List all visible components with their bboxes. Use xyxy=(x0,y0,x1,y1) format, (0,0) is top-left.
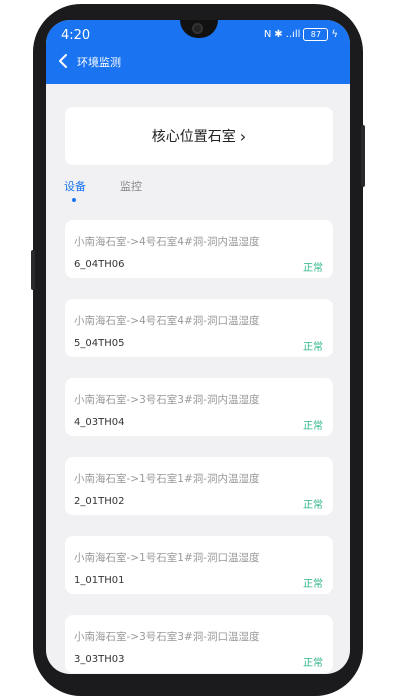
tab-devices[interactable]: 设备 xyxy=(64,178,86,202)
status-badge: 正常 xyxy=(303,421,323,432)
device-code: 2_01TH02 xyxy=(74,496,125,507)
front-camera-icon xyxy=(192,23,203,34)
status-badge: 正常 xyxy=(303,500,323,511)
status-badge: 正常 xyxy=(303,263,323,274)
tab-monitoring[interactable]: 监控 xyxy=(120,178,142,194)
power-button xyxy=(361,125,365,187)
bluetooth-icon: ✱ xyxy=(274,29,283,40)
volume-button xyxy=(31,250,35,290)
device-card[interactable]: 小南海石室->3号石室3#洞-洞内温湿度 4_03TH04 正常 xyxy=(65,378,333,436)
page-title: 环境监测 xyxy=(77,56,121,69)
tab-bar: 设备 监控 xyxy=(64,178,176,202)
status-badge: 正常 xyxy=(303,579,323,590)
signal-icon: ..ıll xyxy=(285,29,301,40)
device-name: 小南海石室->4号石室4#洞-洞口温湿度 xyxy=(74,315,260,327)
location-selector[interactable]: 核心位置石室 › xyxy=(65,107,333,165)
chevron-right-icon: › xyxy=(239,126,247,146)
location-label: 核心位置石室 xyxy=(151,129,236,145)
tab-monitoring-label: 监控 xyxy=(120,180,142,193)
device-code: 1_01TH01 xyxy=(74,575,125,586)
status-icons: N ✱ ..ıll 87 ϟ xyxy=(264,28,338,41)
status-badge: 正常 xyxy=(303,658,323,669)
status-time: 4:20 xyxy=(61,28,91,43)
device-name: 小南海石室->3号石室3#洞-洞口温湿度 xyxy=(74,631,260,643)
app-header: 4:20 N ✱ ..ıll 87 ϟ 环境监测 xyxy=(46,20,350,84)
device-code: 3_03TH03 xyxy=(74,654,125,665)
nfc-icon: N xyxy=(263,29,272,40)
device-card[interactable]: 小南海石室->1号石室1#洞-洞内温湿度 2_01TH02 正常 xyxy=(65,457,333,515)
device-card[interactable]: 小南海石室->4号石室4#洞-洞口温湿度 5_04TH05 正常 xyxy=(65,299,333,357)
device-list: 小南海石室->4号石室4#洞-洞内温湿度 6_04TH06 正常 小南海石室->… xyxy=(65,220,333,674)
device-card[interactable]: 小南海石室->1号石室1#洞-洞口温湿度 1_01TH01 正常 xyxy=(65,536,333,594)
device-name: 小南海石室->4号石室4#洞-洞内温湿度 xyxy=(74,236,260,248)
device-code: 5_04TH05 xyxy=(74,338,125,349)
chevron-left-icon[interactable] xyxy=(55,52,73,70)
app-screen: 4:20 N ✱ ..ıll 87 ϟ 环境监测 核心位置石室 › 设备 监控 xyxy=(46,20,350,674)
active-tab-indicator xyxy=(72,198,76,202)
device-name: 小南海石室->1号石室1#洞-洞口温湿度 xyxy=(74,552,260,564)
device-code: 6_04TH06 xyxy=(74,259,125,270)
device-name: 小南海石室->3号石室3#洞-洞内温湿度 xyxy=(74,394,260,406)
tab-devices-label: 设备 xyxy=(64,180,86,193)
device-card[interactable]: 小南海石室->4号石室4#洞-洞内温湿度 6_04TH06 正常 xyxy=(65,220,333,278)
device-code: 4_03TH04 xyxy=(74,417,125,428)
battery-icon: 87 xyxy=(303,28,329,41)
status-badge: 正常 xyxy=(303,342,323,353)
device-card[interactable]: 小南海石室->3号石室3#洞-洞口温湿度 3_03TH03 正常 xyxy=(65,615,333,673)
battery-level: 87 xyxy=(310,30,321,39)
charging-icon: ϟ xyxy=(331,29,338,40)
device-name: 小南海石室->1号石室1#洞-洞内温湿度 xyxy=(74,473,260,485)
